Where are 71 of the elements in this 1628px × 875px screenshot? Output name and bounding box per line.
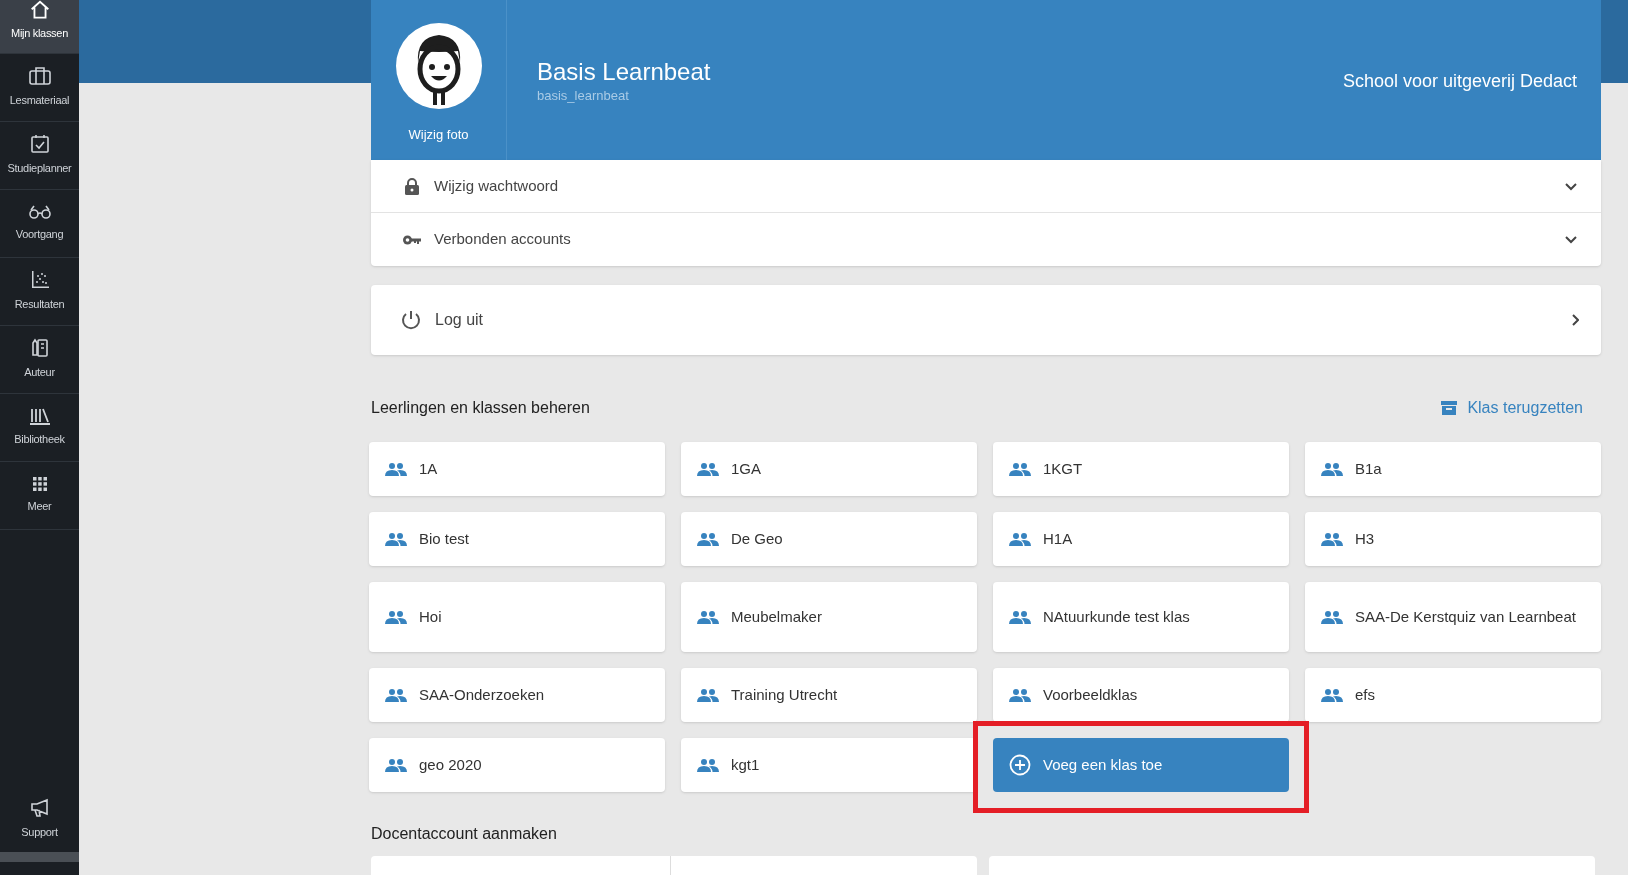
- people-icon: [1321, 610, 1343, 624]
- class-card[interactable]: B1a: [1305, 442, 1601, 496]
- sidebar-item[interactable]: Meer: [0, 462, 79, 530]
- logout-row[interactable]: Log uit: [371, 285, 1601, 355]
- chevron-right-icon: [1571, 314, 1579, 326]
- profile-name: Basis Learnbeat: [537, 58, 711, 86]
- sidebar-item[interactable]: Resultaten: [0, 258, 79, 326]
- class-card[interactable]: Hoi: [369, 582, 665, 652]
- class-card[interactable]: 1KGT: [993, 442, 1289, 496]
- people-icon: [1009, 462, 1031, 476]
- people-icon: [1321, 532, 1343, 546]
- class-card[interactable]: geo 2020: [369, 738, 665, 792]
- sidebar-item[interactable]: Mijn klassen: [0, 0, 79, 54]
- library-icon: [28, 407, 51, 426]
- profile-username: basis_learnbeat: [537, 87, 630, 105]
- sidebar-item[interactable]: Auteur: [0, 326, 79, 394]
- people-icon: [385, 532, 407, 546]
- class-card[interactable]: H1A: [993, 512, 1289, 566]
- class-card[interactable]: Bio test: [369, 512, 665, 566]
- class-card[interactable]: Meubelmaker: [681, 582, 977, 652]
- chevron-icon: [1565, 181, 1577, 191]
- grid-icon: [31, 476, 48, 493]
- sidebar-item[interactable]: Support: [0, 785, 79, 853]
- people-icon: [697, 532, 719, 546]
- class-card[interactable]: Voorbeeldklas: [993, 668, 1289, 722]
- people-icon: [697, 462, 719, 476]
- class-card[interactable]: 1GA: [681, 442, 977, 496]
- archive-icon: [1441, 400, 1458, 416]
- key-icon: [403, 234, 421, 245]
- settings-row[interactable]: Verbonden accounts: [371, 213, 1601, 266]
- class-card[interactable]: SAA-Onderzoeken: [369, 668, 665, 722]
- people-icon: [1009, 610, 1031, 624]
- people-icon: [1321, 688, 1343, 702]
- calendar-check-icon: [29, 134, 50, 155]
- chevron-icon: [1565, 235, 1577, 244]
- people-icon: [385, 462, 407, 476]
- settings-row[interactable]: Wijzig wachtwoord: [371, 160, 1601, 213]
- people-icon: [385, 758, 407, 772]
- class-card[interactable]: efs: [1305, 668, 1601, 722]
- people-icon: [697, 758, 719, 772]
- class-card[interactable]: NAtuurkunde test klas: [993, 582, 1289, 652]
- lock-icon: [405, 177, 419, 195]
- people-icon: [697, 688, 719, 702]
- pen-notebook-icon: [30, 338, 49, 359]
- plus-circle-icon: [1009, 754, 1031, 776]
- home-icon: [28, 0, 51, 19]
- glasses-icon: [27, 204, 52, 221]
- people-icon: [1009, 688, 1031, 702]
- sidebar-item[interactable]: Studieplanner: [0, 122, 79, 190]
- sidebar-item[interactable]: Voortgang: [0, 190, 79, 258]
- scatter-chart-icon: [29, 270, 50, 291]
- section-title: Leerlingen en klassen beheren: [371, 398, 590, 418]
- change-photo-link[interactable]: Wijzig foto: [408, 125, 469, 145]
- school-name: School voor uitgeverij Dedact: [1342, 70, 1577, 93]
- people-icon: [697, 610, 719, 624]
- people-icon: [1009, 532, 1031, 546]
- sidebar-item[interactable]: Bibliotheek: [0, 394, 79, 462]
- power-icon: [401, 310, 421, 330]
- class-card[interactable]: Training Utrecht: [681, 668, 977, 722]
- people-icon: [1321, 462, 1343, 476]
- class-card[interactable]: De Geo: [681, 512, 977, 566]
- sidebar-item[interactable]: Lesmateriaal: [0, 54, 79, 122]
- people-icon: [385, 610, 407, 624]
- add-class-button[interactable]: Voeg een klas toe: [993, 738, 1289, 792]
- people-icon: [385, 688, 407, 702]
- section-title: Docentaccount aanmaken: [371, 824, 558, 844]
- class-card[interactable]: SAA-De Kerstquiz van Learnbeat: [1305, 582, 1601, 652]
- briefcase-icon: [27, 66, 52, 87]
- megaphone-icon: [28, 797, 51, 818]
- class-card[interactable]: H3: [1305, 512, 1601, 566]
- class-card[interactable]: 1A: [369, 442, 665, 496]
